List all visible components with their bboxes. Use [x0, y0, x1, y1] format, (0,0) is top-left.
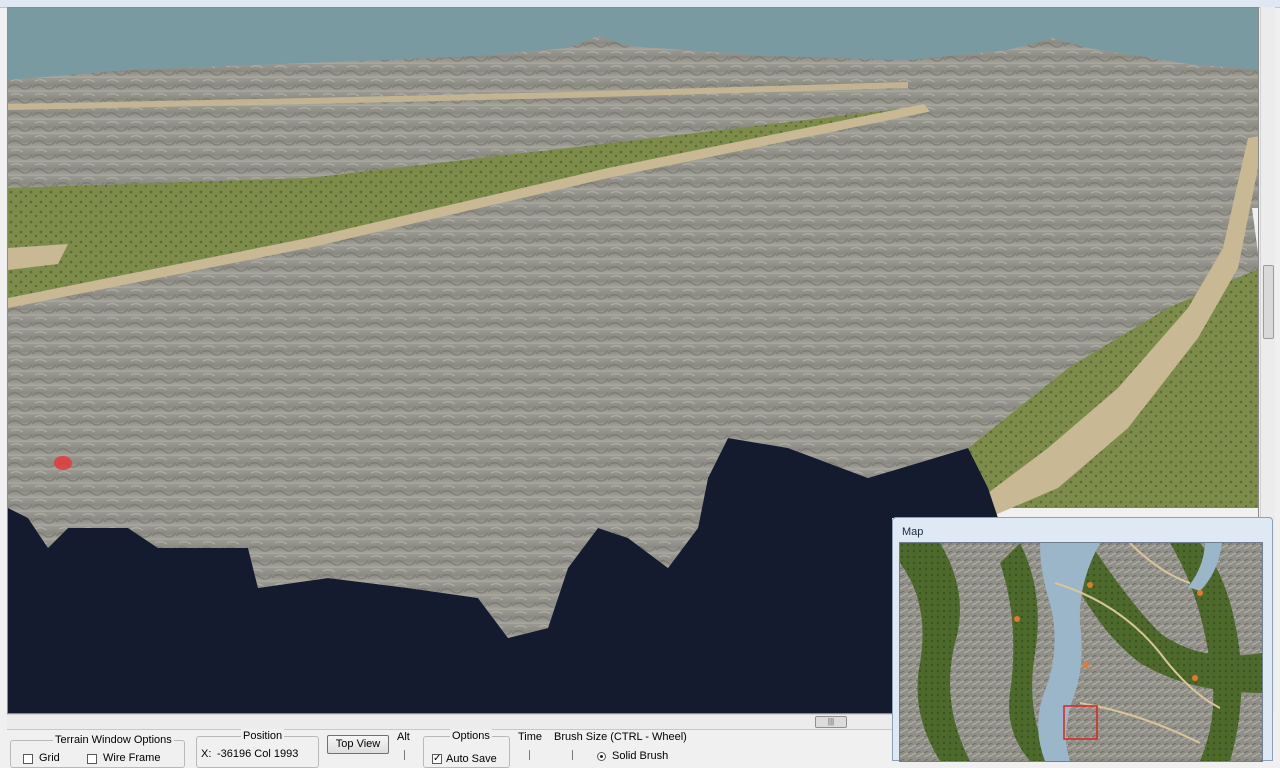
brush-cursor-icon	[54, 456, 72, 470]
position-title: Position	[241, 729, 285, 743]
grid-checkbox[interactable]	[23, 754, 33, 764]
map-marker-icon	[1087, 582, 1093, 588]
auto-save-checkbox[interactable]: ✓	[432, 754, 442, 764]
top-view-button[interactable]: Top View	[327, 735, 389, 754]
brush-size-slider[interactable]	[572, 750, 573, 760]
solid-brush-radio[interactable]	[597, 752, 606, 761]
terrain-window-options-title: Terrain Window Options	[53, 733, 174, 747]
position-group: Position X: -36196 Col 1993	[196, 729, 319, 768]
alt-slider[interactable]	[404, 750, 405, 760]
map-marker-icon	[1197, 590, 1203, 596]
map-marker-icon	[1014, 616, 1020, 622]
auto-save-label: Auto Save	[446, 753, 497, 765]
grid-label: Grid	[39, 752, 60, 764]
horizontal-scrollbar[interactable]: |||	[7, 714, 892, 729]
brush-size-label: Brush Size (CTRL - Wheel)	[554, 731, 687, 743]
minimap	[900, 543, 1262, 761]
time-label: Time	[518, 731, 543, 743]
map-title: Map	[902, 526, 924, 538]
terrain-window-options-group: Terrain Window Options Grid Wire Frame	[10, 733, 185, 768]
time-slider[interactable]	[529, 750, 530, 760]
solid-brush-label: Solid Brush	[612, 750, 669, 762]
map-window[interactable]: Map	[892, 517, 1273, 762]
x-coordinate-label: X:	[201, 748, 212, 760]
map-marker-icon	[1083, 662, 1089, 668]
horizontal-scroll-thumb[interactable]: |||	[815, 716, 847, 728]
options-group: Options ✓ Auto Save	[423, 729, 510, 768]
vertical-scroll-thumb[interactable]	[1263, 265, 1274, 339]
x-coordinate-value: -36196 Col 1993	[217, 748, 299, 760]
wireframe-checkbox[interactable]	[87, 754, 97, 764]
wireframe-label: Wire Frame	[103, 752, 161, 764]
terrain-controls-panel: Terrain Window Options Grid Wire Frame P…	[7, 729, 892, 768]
options-title: Options	[450, 729, 492, 743]
map-marker-icon	[1192, 675, 1198, 681]
map-canvas[interactable]	[899, 542, 1263, 762]
alt-label: Alt	[397, 731, 410, 743]
